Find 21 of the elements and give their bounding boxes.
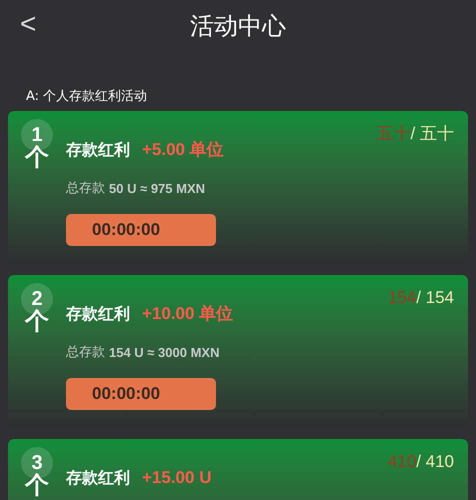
- bonus-amount: +10.00 单位: [142, 303, 234, 325]
- bonus-amount: +15.00 U: [142, 467, 212, 489]
- progress-current: 五十: [376, 123, 411, 145]
- bonus-title: 存款红利: [66, 467, 130, 489]
- section-label: A: 个人存款红利活动: [26, 90, 148, 103]
- countdown-timer[interactable]: 00:00:00: [66, 378, 216, 410]
- progress-total: / 154: [416, 287, 454, 309]
- deposit-value: 50 U ≈ 975 MXN: [109, 180, 206, 198]
- progress-current: 410: [388, 451, 416, 473]
- progress-total: / 410: [416, 451, 454, 473]
- deposit-label: 总存款: [66, 180, 105, 198]
- deposit-label: 总存款: [66, 344, 105, 362]
- bonus-amount: +5.00 单位: [142, 139, 224, 161]
- deposit-value: 154 U ≈ 3000 MXN: [109, 344, 220, 362]
- countdown-timer[interactable]: 00:00:00: [66, 214, 216, 246]
- back-button[interactable]: <: [20, 10, 36, 38]
- progress-total: / 五十: [410, 123, 454, 145]
- progress-current: 154: [388, 287, 416, 309]
- bonus-title: 存款红利: [66, 139, 130, 161]
- bonus-title: 存款红利: [66, 303, 130, 325]
- page-title: 活动中心: [190, 11, 286, 42]
